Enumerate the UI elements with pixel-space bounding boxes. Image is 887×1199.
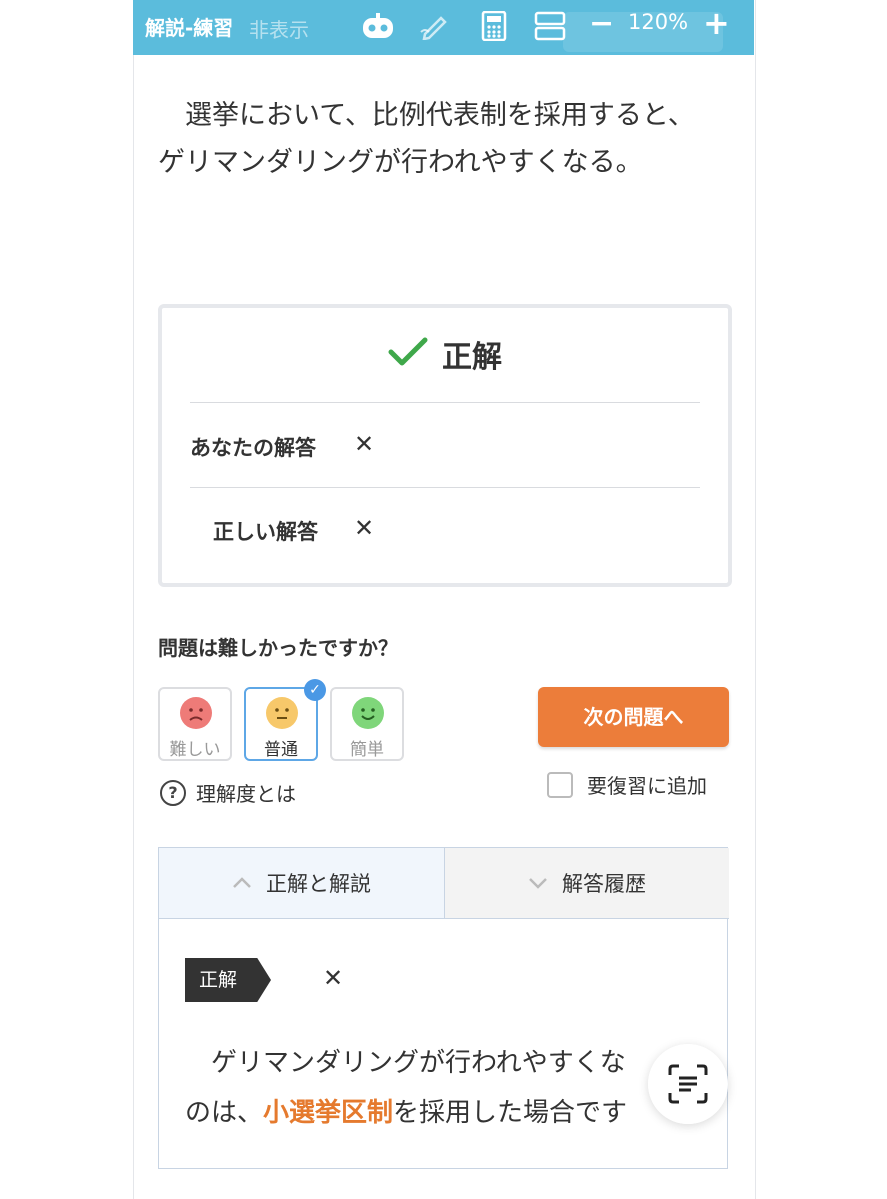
difficulty-easy-button[interactable]: 簡単 (330, 687, 404, 761)
chevron-up-icon (232, 873, 252, 894)
check-icon (388, 336, 428, 372)
zoom-out-button[interactable]: − (589, 6, 614, 41)
correct-answer-value: ✕ (354, 514, 375, 542)
zoom-level: 120% (628, 10, 689, 34)
text-scan-button[interactable] (648, 1044, 728, 1124)
explanation-line-1: ゲリマンダリングが行われやすくな (211, 1048, 626, 1078)
neutral-face-icon (266, 697, 298, 729)
your-answer-label: あなたの解答 (190, 436, 316, 460)
next-question-button[interactable]: 次の問題へ (538, 687, 729, 747)
divider (190, 402, 700, 403)
layout-split-icon[interactable] (533, 11, 567, 41)
help-label: 理解度とは (196, 782, 296, 806)
toolbar-title: 解説-練習 (145, 16, 234, 40)
tab-answer-history-label: 解答履歴 (562, 872, 646, 896)
answer-value: ✕ (323, 964, 344, 992)
review-label: 要復習に追加 (587, 774, 707, 798)
explanation-line-2-pre: のは、 (185, 1098, 264, 1128)
understanding-help-link[interactable]: ? 理解度とは (160, 778, 296, 807)
help-question-icon: ? (160, 779, 186, 806)
checkbox-box[interactable] (547, 771, 573, 798)
tab-answer-explanation[interactable]: 正解と解説 (159, 848, 445, 919)
chevron-down-icon (528, 873, 548, 894)
result-status: 正解 (442, 340, 502, 375)
difficulty-easy-label: 簡単 (350, 740, 384, 760)
correct-answer-label: 正しい解答 (213, 520, 318, 544)
pen-icon[interactable] (417, 11, 453, 41)
zoom-in-button[interactable]: + (703, 4, 730, 42)
add-to-review-checkbox[interactable]: 要復習に追加 (547, 770, 707, 799)
difficulty-hard-button[interactable]: 難しい (158, 687, 232, 761)
text-scan-icon (667, 1063, 709, 1109)
top-toolbar: 解説-練習 非表示 − 120% + (133, 0, 754, 55)
your-answer-value: ✕ (354, 430, 375, 458)
calculator-icon[interactable] (479, 11, 509, 41)
difficulty-hard-label: 難しい (169, 740, 221, 760)
question-text: 選挙において、比例代表制を採用すると、ゲリマンダリングが行われやすくなる。 (158, 100, 695, 178)
tab-answer-history[interactable]: 解答履歴 (445, 848, 729, 919)
happy-face-icon (352, 697, 384, 729)
explanation-highlight: 小選挙区制 (263, 1098, 394, 1128)
tab-answer-explanation-label: 正解と解説 (266, 872, 371, 896)
toolbar-hide-label[interactable]: 非表示 (249, 14, 309, 43)
selected-check-icon: ✓ (304, 679, 326, 701)
sad-face-icon (180, 697, 212, 729)
difficulty-normal-button[interactable]: 普通 ✓ (244, 679, 326, 761)
explanation-line-2: のは、小選挙区制を採用した場合です (185, 1088, 695, 1138)
answer-tag: 正解 (185, 958, 271, 1002)
difficulty-question: 問題は難しかったですか？ (158, 636, 398, 660)
robot-icon[interactable] (359, 11, 397, 41)
explanation-line-2-post: を採用した場合です (393, 1098, 628, 1128)
explanation-panel: 正解と解説 解答履歴 正解 ✕ ゲリマンダリングが行われやすくな のは、小選挙区… (158, 847, 729, 1169)
result-card: 正解 あなたの解答 ✕ 正しい解答 ✕ (158, 304, 732, 587)
difficulty-normal-label: 普通 (264, 740, 298, 760)
divider (190, 487, 700, 488)
explanation-text: ゲリマンダリングが行われやすくな のは、小選挙区制を採用した場合です (185, 1038, 695, 1138)
result-header: 正解 (162, 332, 728, 376)
